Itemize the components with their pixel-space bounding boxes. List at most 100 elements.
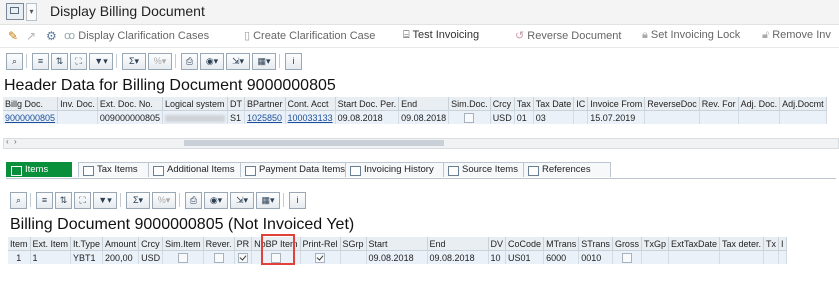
col-ic[interactable]: IC [573, 97, 589, 111]
tab-source-items[interactable]: Source Items [443, 162, 535, 177]
crcy-cell: USD [138, 250, 164, 264]
export-icon[interactable]: ⇲▾ [226, 53, 250, 70]
horizontal-scrollbar[interactable]: ‹ › [3, 137, 839, 149]
tab-additional-items[interactable]: Additional Items [148, 162, 252, 177]
clarification-icon[interactable]: ⚙ [46, 29, 57, 43]
mtrans-cell: 6000 [543, 250, 580, 264]
col-adj-doc[interactable]: Adj. Doc. [738, 97, 781, 111]
display-clarification-cases-button[interactable]: ꝏ Display Clarification Cases [64, 29, 209, 42]
dt-cell: S1 [227, 110, 245, 124]
col-inv-doc[interactable]: Inv. Doc. [57, 97, 98, 111]
tab-icon [83, 166, 94, 176]
col-rev-for[interactable]: Rev. For [699, 97, 739, 111]
tab-payment-data-items[interactable]: Payment Data Items [240, 162, 356, 177]
print-icon[interactable]: ⎙ [185, 192, 202, 209]
tab-invoicing-history[interactable]: Invoicing History [345, 162, 455, 177]
print-icon[interactable]: ⎙ [181, 53, 198, 70]
cont-acct-link[interactable]: 100033133 [288, 113, 333, 123]
col-start-doc-per[interactable]: Start Doc. Per. [335, 97, 400, 111]
filter-icon[interactable]: ▼▾ [89, 53, 113, 70]
chevron-down-icon[interactable]: ▾ [26, 3, 37, 21]
col-more[interactable]: I [778, 237, 787, 251]
remove-invoicing-lock-button[interactable]: 🔓︎ Remove Inv [762, 29, 831, 42]
col-cont-acct[interactable]: Cont. Acct [285, 97, 336, 111]
details-icon[interactable]: ⌕ [10, 192, 27, 209]
sum-icon[interactable]: Σ▾ [122, 53, 146, 70]
col-gross[interactable]: Gross [612, 237, 642, 251]
col-sgrp[interactable]: SGrp [340, 237, 367, 251]
col-end[interactable]: End [427, 237, 489, 251]
col-bpartner[interactable]: BPartner [244, 97, 286, 111]
display-clarification-cases-label: Display Clarification Cases [78, 30, 210, 42]
filter-icon[interactable]: ▼▾ [93, 192, 117, 209]
views-icon[interactable]: ◉▾ [200, 53, 224, 70]
views-icon[interactable]: ◉▾ [204, 192, 228, 209]
reverse-document-button[interactable]: ↺ Reverse Document [515, 29, 621, 42]
sum-icon[interactable]: Σ▾ [126, 192, 150, 209]
create-clarification-case-button[interactable]: ▯ Create Clarification Case [244, 29, 375, 42]
export-icon[interactable]: ⇲▾ [230, 192, 254, 209]
col-print-rel[interactable]: Print-Rel [300, 237, 341, 251]
set-invoicing-lock-button[interactable]: 🔒︎ Set Invoicing Lock [642, 29, 740, 42]
scroll-left-icon[interactable]: ‹ [6, 137, 9, 146]
scroll-thumb[interactable] [184, 140, 444, 146]
find-icon[interactable]: ⛶ [74, 192, 91, 209]
find-icon[interactable]: ⛶ [70, 53, 87, 70]
col-ext-doc-no[interactable]: Ext. Doc. No. [97, 97, 164, 111]
col-tax[interactable]: Tax [514, 97, 534, 111]
col-mtrans[interactable]: MTrans [543, 237, 580, 251]
col-item[interactable]: Item [8, 237, 31, 251]
col-start[interactable]: Start [366, 237, 428, 251]
items-grid-toolbar: ⌕ ≡ ⇅ ⛶ ▼▾ Σ▾ %▾ ⎙ ◉▾ ⇲▾ ▦▾ i [10, 192, 370, 209]
billing-doc-link[interactable]: 9000000805 [5, 113, 55, 123]
col-cocode[interactable]: CoCode [505, 237, 545, 251]
info-icon[interactable]: i [289, 192, 306, 209]
test-invoicing-button[interactable]: ⌸ Test Invoicing [403, 29, 479, 42]
info-icon[interactable]: i [285, 53, 302, 70]
scroll-right-icon[interactable]: › [14, 137, 17, 146]
details-icon[interactable]: ⌕ [6, 53, 23, 70]
col-dv[interactable]: DV [488, 237, 507, 251]
sort-icon[interactable]: ⇅ [55, 192, 72, 209]
col-sim-doc[interactable]: Sim.Doc. [448, 97, 491, 111]
table-row[interactable]: 1 1 YBT1 200,00 USD 09.08.2018 09.08.201… [8, 250, 787, 264]
col-tx[interactable]: Tx [763, 237, 780, 251]
col-strans[interactable]: STrans [578, 237, 613, 251]
display-change-icon[interactable]: ✎ [8, 29, 18, 43]
layout-icon[interactable]: ▦▾ [256, 192, 280, 209]
align-icon[interactable]: ≡ [32, 53, 49, 70]
transaction-icon[interactable] [6, 3, 24, 20]
table-row[interactable]: 9000000805 009000000805 S1 1025850 10003… [3, 110, 827, 124]
col-ext-item[interactable]: Ext. Item [30, 237, 72, 251]
sort-icon[interactable]: ⇅ [51, 53, 68, 70]
col-reverse-doc[interactable]: ReverseDoc [644, 97, 700, 111]
col-it-type[interactable]: It.Type [70, 237, 104, 251]
application-toolbar: ✎ ↗ ⚙ ꝏ Display Clarification Cases ▯ Cr… [0, 25, 839, 48]
col-pr[interactable]: PR [234, 237, 253, 251]
col-invoice-from[interactable]: Invoice From [587, 97, 646, 111]
align-icon[interactable]: ≡ [36, 192, 53, 209]
col-crcy[interactable]: Crcy [490, 97, 515, 111]
col-logical-system[interactable]: Logical system [162, 97, 228, 111]
col-billg-doc[interactable]: Billg Doc. [3, 97, 59, 111]
col-dt[interactable]: DT [227, 97, 245, 111]
start-cell: 09.08.2018 [366, 250, 428, 264]
col-tax-deter[interactable]: Tax deter. [719, 237, 765, 251]
items-table: Item Ext. Item It.Type Amount Crcy Sim.I… [8, 237, 787, 264]
ic-cell [573, 110, 589, 124]
col-amount[interactable]: Amount [102, 237, 140, 251]
col-tax-date[interactable]: Tax Date [533, 97, 575, 111]
col-end[interactable]: End [398, 97, 450, 111]
tab-references[interactable]: References [523, 162, 611, 177]
col-adj-docmt[interactable]: Adj.Docmt [779, 97, 827, 111]
col-ext-tax-date[interactable]: ExtTaxDate [668, 237, 721, 251]
col-sim-item[interactable]: Sim.Item [162, 237, 204, 251]
rev-for-cell [699, 110, 739, 124]
col-rever[interactable]: Rever. [203, 237, 235, 251]
col-txgp[interactable]: TxGp [641, 237, 669, 251]
bpartner-link[interactable]: 1025850 [247, 113, 282, 123]
sim-doc-cell [448, 110, 491, 124]
col-crcy[interactable]: Crcy [138, 237, 164, 251]
tab-items[interactable]: Items [6, 162, 72, 177]
layout-icon[interactable]: ▦▾ [252, 53, 276, 70]
